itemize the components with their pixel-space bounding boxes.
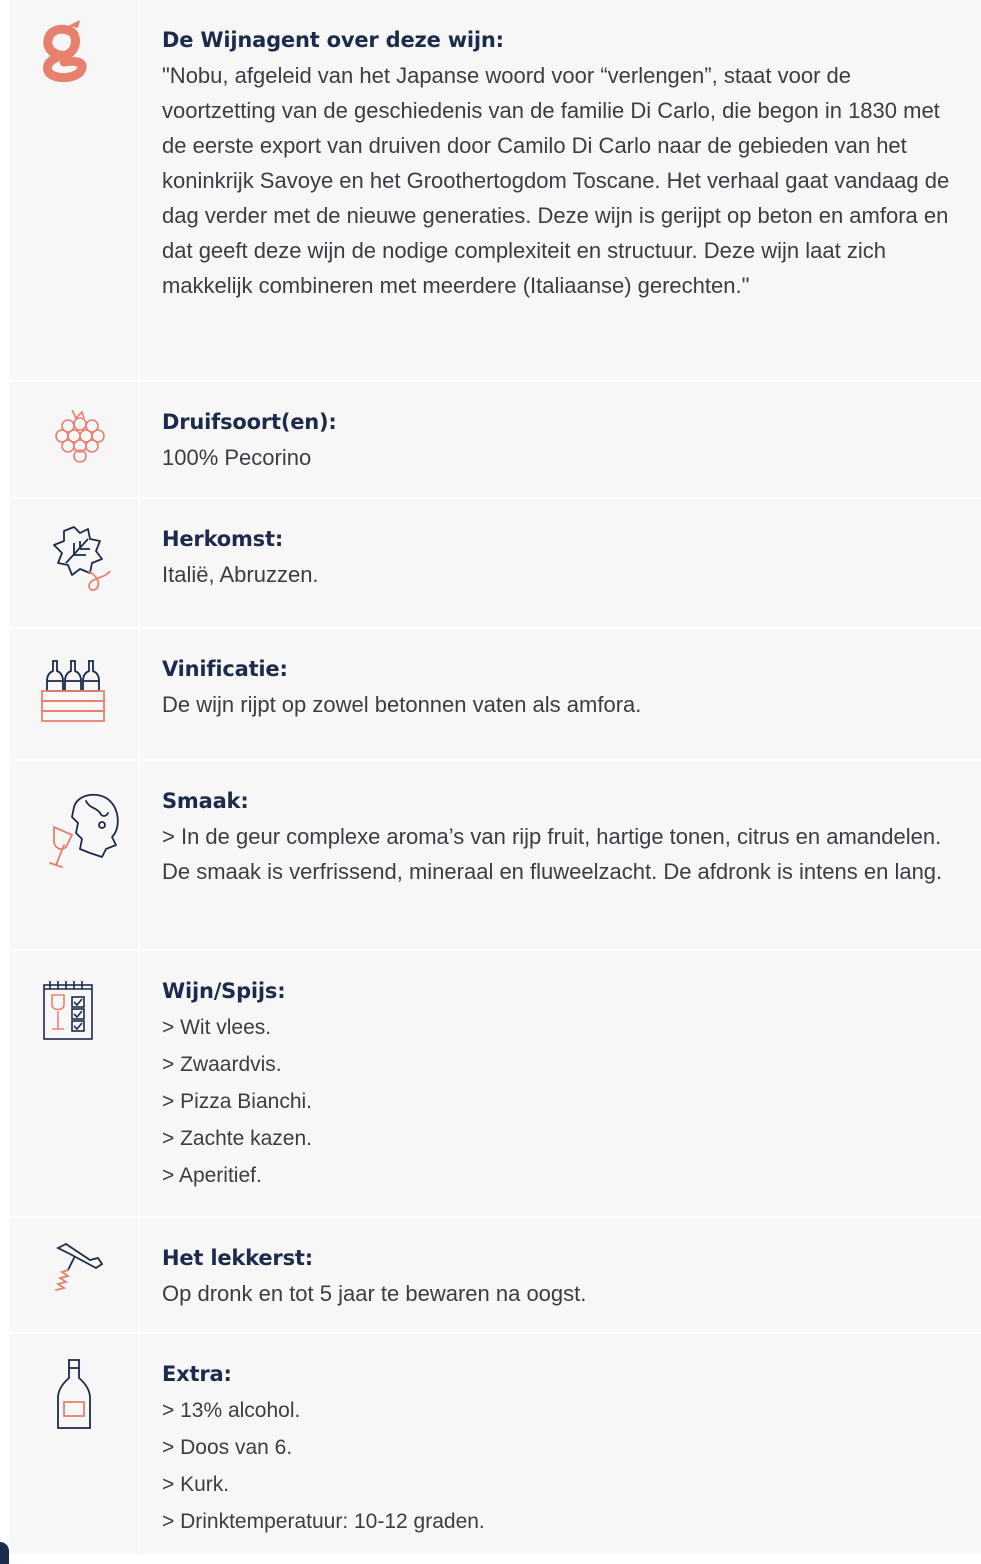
section-wijnagent: De Wijnagent over deze wijn: "Nobu, afge… [10, 0, 981, 380]
section-smaak: Smaak: > In de geur complexe aroma’s van… [10, 759, 981, 949]
tasting-face-icon [49, 793, 119, 868]
section-title: Vinificatie: [162, 657, 288, 681]
section-content: Extra: > 13% alcohol. > Doos van 6. > Ku… [140, 1332, 981, 1554]
section-het-lekkerst: Het lekkerst: Op dronk en tot 5 jaar te … [10, 1216, 981, 1332]
list-item: > Zachte kazen. [162, 1127, 313, 1150]
menu-checklist-icon [43, 981, 93, 1040]
section-title: Extra: [162, 1362, 232, 1386]
icon-cell [10, 380, 140, 497]
list-item: > Wit vlees. [162, 1016, 272, 1039]
section-content: Druifsoort(en): 100% Pecorino [140, 380, 981, 497]
vine-leaf-icon [53, 526, 111, 591]
icon-cell [10, 497, 140, 627]
section-content: Wijn/Spijs: > Wit vlees. > Zwaardvis. > … [140, 949, 981, 1216]
list-item: > Doos van 6. [162, 1436, 293, 1459]
icon-cell [10, 0, 140, 380]
section-content: De Wijnagent over deze wijn: "Nobu, afge… [140, 0, 981, 380]
list-item: > Pizza Bianchi. [162, 1090, 312, 1113]
pairing-list: > Wit vlees. > Zwaardvis. > Pizza Bianch… [162, 1009, 965, 1194]
extra-list: > 13% alcohol. > Doos van 6. > Kurk. > D… [162, 1392, 965, 1540]
section-body: 100% Pecorino [162, 445, 312, 470]
section-wijn-spijs: Wijn/Spijs: > Wit vlees. > Zwaardvis. > … [10, 949, 981, 1216]
chat-widget-tab[interactable] [0, 1542, 9, 1564]
section-title: Herkomst: [162, 527, 284, 551]
section-body: De wijn rijpt op zowel betonnen vaten al… [162, 692, 642, 717]
section-body: Op dronk en tot 5 jaar te bewaren na oog… [162, 1281, 587, 1306]
section-content: Herkomst: Italië, Abruzzen. [140, 497, 981, 627]
section-vinificatie: Vinificatie: De wijn rijpt op zowel beto… [10, 627, 981, 759]
wijnagent-logo-icon [43, 20, 87, 83]
icon-cell [10, 759, 140, 949]
section-title: Het lekkerst: [162, 1246, 313, 1270]
list-item: > 13% alcohol. [162, 1399, 301, 1422]
wine-bottle-icon [57, 1359, 91, 1429]
list-item: > Drinktemperatuur: 10-12 graden. [162, 1510, 485, 1533]
grapes-icon [55, 409, 105, 463]
corkscrew-icon [55, 1242, 104, 1291]
section-druifsoort: Druifsoort(en): 100% Pecorino [10, 380, 981, 497]
wine-details-page: De Wijnagent over deze wijn: "Nobu, afge… [0, 0, 981, 1564]
list-item: > Zwaardvis. [162, 1053, 282, 1076]
section-title: Druifsoort(en): [162, 410, 337, 434]
section-body: Italië, Abruzzen. [162, 562, 319, 587]
list-item: > Aperitief. [162, 1164, 262, 1187]
section-extra: Extra: > 13% alcohol. > Doos van 6. > Ku… [10, 1332, 981, 1554]
icon-cell [10, 627, 140, 759]
section-content: Smaak: > In de geur complexe aroma’s van… [140, 759, 981, 949]
icon-cell [10, 1216, 140, 1332]
section-title: Wijn/Spijs: [162, 979, 286, 1003]
section-body: "Nobu, afgeleid van het Japanse woord vo… [162, 63, 950, 298]
icon-cell [10, 949, 140, 1216]
wine-crate-icon [41, 660, 105, 722]
section-content: Het lekkerst: Op dronk en tot 5 jaar te … [140, 1216, 981, 1332]
section-body: > In de geur complexe aroma’s van rijp f… [162, 824, 943, 884]
icon-cell [10, 1332, 140, 1554]
section-herkomst: Herkomst: Italië, Abruzzen. [10, 497, 981, 627]
section-content: Vinificatie: De wijn rijpt op zowel beto… [140, 627, 981, 759]
list-item: > Kurk. [162, 1473, 230, 1496]
section-title: De Wijnagent over deze wijn: [162, 28, 504, 52]
section-title: Smaak: [162, 789, 249, 813]
